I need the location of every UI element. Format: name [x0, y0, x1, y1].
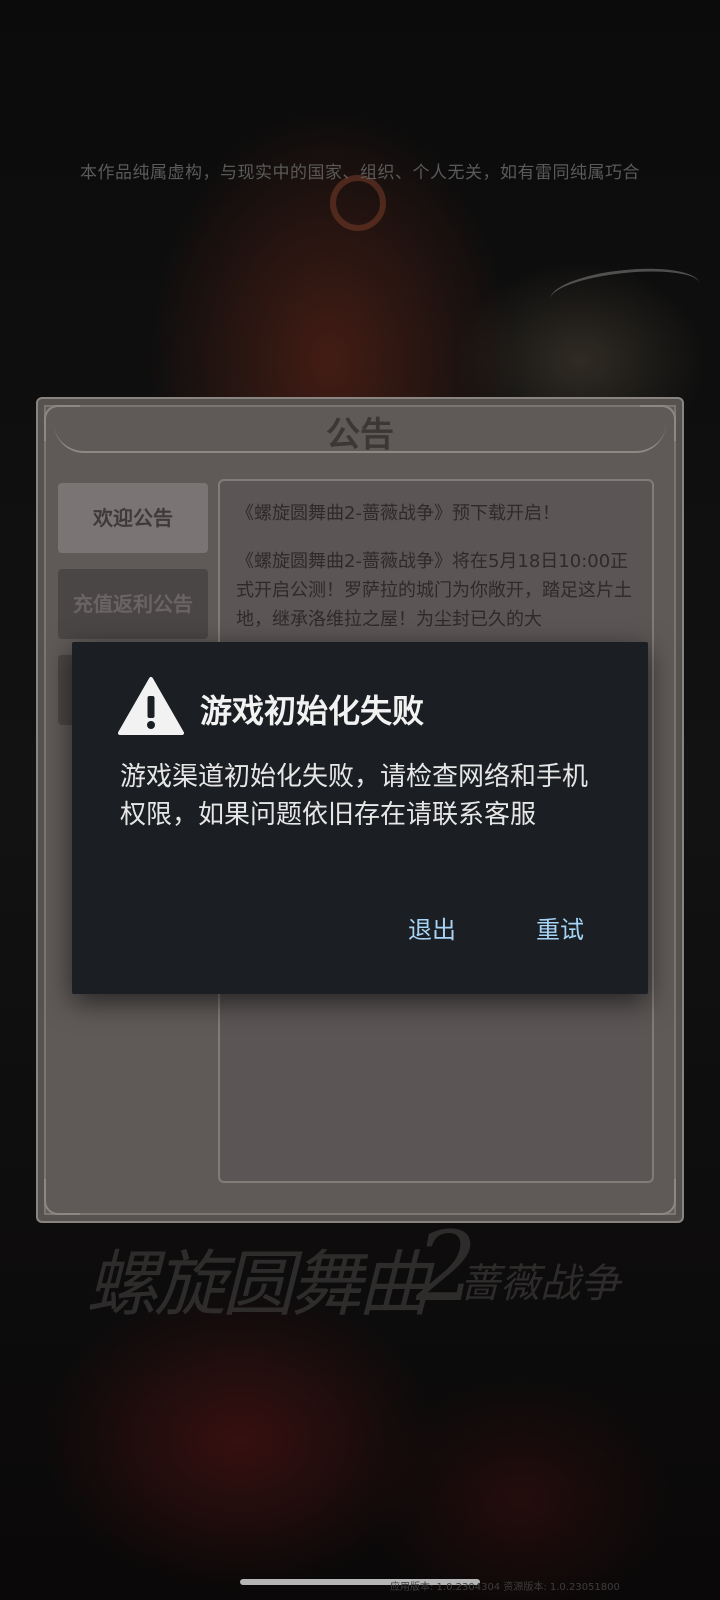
announcement-heading: 《螺旋圆舞曲2-蔷薇战争》预下载开启！ [236, 503, 560, 524]
panel-corner-ornament [640, 1179, 676, 1215]
announcement-paragraph: 《螺旋圆舞曲2-蔷薇战争》将在5月18日10:00正式开启公测！罗萨拉的城门为你… [236, 551, 632, 630]
logo-sub-text: 蔷薇战争 [460, 1261, 620, 1307]
decorative-ornament [330, 175, 386, 231]
version-text: 应用版本: 1.0.2304304 资源版本: 1.0.23051800 [390, 1582, 620, 1593]
error-dialog: 游戏初始化失败 游戏渠道初始化失败，请检查网络和手机权限，如果问题依旧存在请联系… [72, 642, 648, 994]
panel-title: 公告 [326, 415, 394, 455]
exit-button[interactable]: 退出 [408, 910, 456, 945]
tab-welcome-announcement[interactable]: 欢迎公告 [58, 483, 208, 553]
logo-main-text: 螺旋圆舞曲 [86, 1242, 430, 1326]
retry-button[interactable]: 重试 [536, 910, 584, 945]
dialog-message: 游戏渠道初始化失败，请检查网络和手机权限，如果问题依旧存在请联系客服 [120, 762, 589, 830]
warning-icon [118, 677, 184, 735]
tab-recharge-rebate-announcement[interactable]: 充值返利公告 [58, 569, 208, 639]
panel-corner-ornament [44, 1179, 80, 1215]
game-logo: 螺旋圆舞曲 2 蔷薇战争 [60, 1211, 660, 1326]
disclaimer-text: 本作品纯属虚构，与现实中的国家、组织、个人无关，如有雷同纯属巧合 [80, 163, 640, 183]
panel-title-bar: 公告 [54, 405, 666, 455]
dialog-title: 游戏初始化失败 [200, 692, 425, 730]
